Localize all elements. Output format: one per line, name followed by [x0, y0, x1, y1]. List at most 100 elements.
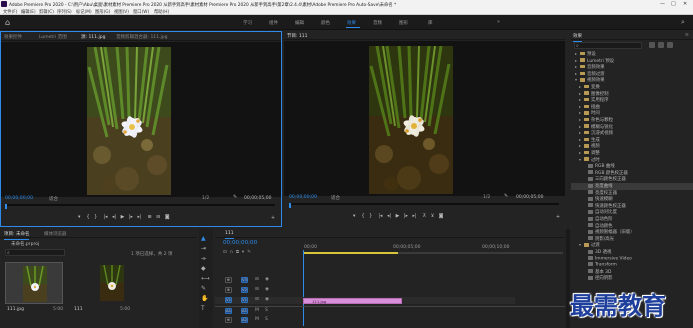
home-icon[interactable]: ⌂ — [5, 18, 10, 27]
mark-out-icon[interactable]: } — [94, 215, 97, 220]
effects-tree-item[interactable]: ▸ 实用程序 — [571, 97, 693, 104]
tab-media-browser[interactable]: 媒体浏览器 — [44, 231, 67, 237]
program-go-to-out-icon[interactable]: ▸| — [412, 214, 416, 219]
program-current-timecode[interactable]: 00;00;00;00 — [289, 195, 317, 200]
effects-tree-item[interactable]: RGB 颜色校正器 — [571, 170, 693, 177]
workspace-assembly[interactable]: 组件 — [269, 20, 278, 26]
nest-icon[interactable]: ⊡ — [223, 250, 227, 255]
tab-program[interactable]: 节目: 111 — [287, 33, 308, 42]
more-workspaces-button[interactable]: » — [497, 19, 500, 25]
extract-icon[interactable]: ⊻ — [431, 214, 435, 219]
step-back-icon[interactable]: ◂| — [112, 215, 116, 220]
program-mark-out-icon[interactable]: } — [369, 214, 372, 219]
effects-tree-item[interactable]: ▸ 预设 — [571, 51, 693, 58]
tab-sequence[interactable]: 111 — [225, 231, 234, 239]
maximize-button[interactable]: □ — [671, 1, 676, 7]
add-marker-icon[interactable]: ▾ — [78, 215, 80, 220]
effects-tree-item[interactable]: ▸ Lumetri 预设 — [571, 58, 693, 65]
track-a2-target[interactable]: A2 — [241, 317, 248, 323]
linked-selection-icon[interactable]: ⧉ — [236, 250, 239, 255]
program-playhead[interactable] — [289, 203, 291, 208]
tab-project[interactable]: 项目: 未命名 — [4, 231, 30, 240]
effects-tree-item[interactable]: 径向阴影 — [571, 275, 693, 282]
effects-tree-item[interactable]: 阴影/高光 — [571, 236, 693, 243]
program-add-marker-icon[interactable]: ▾ — [353, 214, 355, 219]
track-select-tool-icon[interactable]: ⇥ — [201, 245, 206, 252]
timeline-settings-icon[interactable]: ✎ — [247, 250, 251, 255]
track-a2-solo-icon[interactable]: S — [265, 317, 268, 322]
workspace-graphics[interactable]: 图形 — [399, 20, 408, 26]
ripple-edit-tool-icon[interactable]: ⟛ — [201, 255, 206, 263]
effects-tree-item[interactable]: 3D 透视 — [571, 249, 693, 256]
source-fit-dropdown[interactable]: 适合 — [49, 196, 58, 202]
effects-tree-item[interactable]: 视频限幅器（旧版） — [571, 229, 693, 236]
program-play-icon[interactable]: ▶ — [396, 214, 400, 219]
track-v2-lock-icon[interactable]: ⊕ — [225, 287, 232, 293]
effects-tree-item[interactable]: 自动色阶 — [571, 216, 693, 223]
track-a1-target[interactable]: A1 — [241, 308, 248, 314]
effects-tree-item[interactable]: 三向颜色校正器 — [571, 176, 693, 183]
track-v3-eye-icon[interactable]: ◉ — [265, 277, 269, 282]
step-forward-icon[interactable]: |▸ — [129, 215, 133, 220]
effects-tree-item[interactable]: 亮度校正器 — [571, 190, 693, 197]
project-search-input[interactable]: ⌕ — [5, 249, 65, 256]
snap-icon[interactable]: ∩ — [230, 250, 233, 255]
source-viewer[interactable] — [1, 42, 281, 197]
export-frame-icon[interactable]: ◙ — [165, 215, 170, 220]
track-a2-mute-icon[interactable]: M — [255, 317, 259, 322]
effects-tree-item[interactable]: 基本 3D — [571, 269, 693, 276]
type-tool-icon[interactable]: T — [201, 305, 205, 312]
workspace-editing[interactable]: 编辑 — [295, 20, 304, 26]
program-step-forward-icon[interactable]: |▸ — [404, 214, 408, 219]
overwrite-icon[interactable]: ⊟ — [156, 215, 160, 220]
workspace-color[interactable]: 颜色 — [321, 20, 330, 26]
program-export-frame-icon[interactable]: ◙ — [439, 214, 444, 219]
pen-tool-icon[interactable]: ✎ — [201, 285, 206, 292]
effects-tree-item[interactable]: ▸ 变换 — [571, 84, 693, 91]
track-v3-lock-icon[interactable]: ⊕ — [225, 277, 232, 283]
tab-effects[interactable]: 效果 — [573, 33, 582, 42]
effects-panel-menu-icon[interactable]: ≡ — [685, 33, 689, 38]
effects-tree-item[interactable]: ▸ 图像控制 — [571, 91, 693, 98]
track-a1-solo-icon[interactable]: S — [265, 308, 268, 313]
yuv-effects-icon[interactable] — [667, 42, 673, 48]
accelerated-effects-icon[interactable] — [649, 42, 655, 48]
minimize-button[interactable]: — — [660, 1, 665, 7]
effects-tree-item[interactable]: ▸ 模糊与锐化 — [571, 124, 693, 131]
workspace-learning[interactable]: 学习 — [243, 20, 252, 26]
source-playhead[interactable] — [5, 204, 7, 209]
timeline-clip[interactable]: 111.jpg — [303, 298, 402, 304]
source-resolution-dropdown[interactable]: 1/2 — [202, 196, 209, 201]
effects-tree-item[interactable]: ▸ 调整 — [571, 150, 693, 157]
program-mark-in-icon[interactable]: { — [362, 214, 365, 219]
track-v1-eye-icon[interactable]: ◉ — [265, 297, 269, 302]
workspace-libraries[interactable]: 库 — [428, 20, 433, 26]
effects-tree-item[interactable]: ▸ 杂色与颗粒 — [571, 117, 693, 124]
go-to-out-icon[interactable]: ▸| — [137, 215, 141, 220]
program-resolution-dropdown[interactable]: 1/2 — [483, 195, 490, 200]
tab-lumetri-scopes[interactable]: Lumetri 范围 — [39, 34, 67, 40]
effects-tree-item[interactable]: ▾ 过渡 — [571, 242, 693, 249]
project-item-sequence[interactable] — [72, 262, 130, 304]
tab-audio-clip-mixer[interactable]: 音频剪辑混合器: 111.jpg — [116, 34, 167, 40]
effects-tree-item[interactable]: Transform — [571, 262, 693, 269]
tab-effect-controls[interactable]: 效果控件 — [4, 34, 22, 40]
program-viewer[interactable] — [284, 41, 565, 196]
effects-tree-item[interactable]: RGB 曲线 — [571, 163, 693, 170]
track-v1-source[interactable]: V1 — [225, 297, 232, 303]
timeline-timecode[interactable]: 00;00;00;00 — [223, 240, 257, 246]
effects-tree-item[interactable]: ▸ 沉浸式视频 — [571, 130, 693, 137]
effects-tree-item[interactable]: ▸ 音频过渡 — [571, 71, 693, 78]
track-v3-target[interactable]: V3 — [241, 277, 248, 283]
close-button[interactable]: ✕ — [683, 1, 687, 7]
track-v1-target[interactable]: V1 — [241, 297, 248, 303]
effects-tree-item[interactable]: ▸ 视频 — [571, 143, 693, 150]
track-a1-source[interactable]: A1 — [225, 308, 232, 314]
effects-tree-item[interactable]: 快速颜色校正器 — [571, 203, 693, 210]
effects-search-input[interactable]: ⌕ — [574, 42, 642, 49]
program-add-button-icon[interactable]: + — [556, 215, 560, 220]
program-time-ruler[interactable] — [289, 203, 559, 205]
program-fit-dropdown[interactable]: 适合 — [331, 195, 340, 201]
effects-tree-item[interactable]: ▸ 生成 — [571, 137, 693, 144]
timeline-marker-icon[interactable]: ▾ — [242, 250, 244, 255]
